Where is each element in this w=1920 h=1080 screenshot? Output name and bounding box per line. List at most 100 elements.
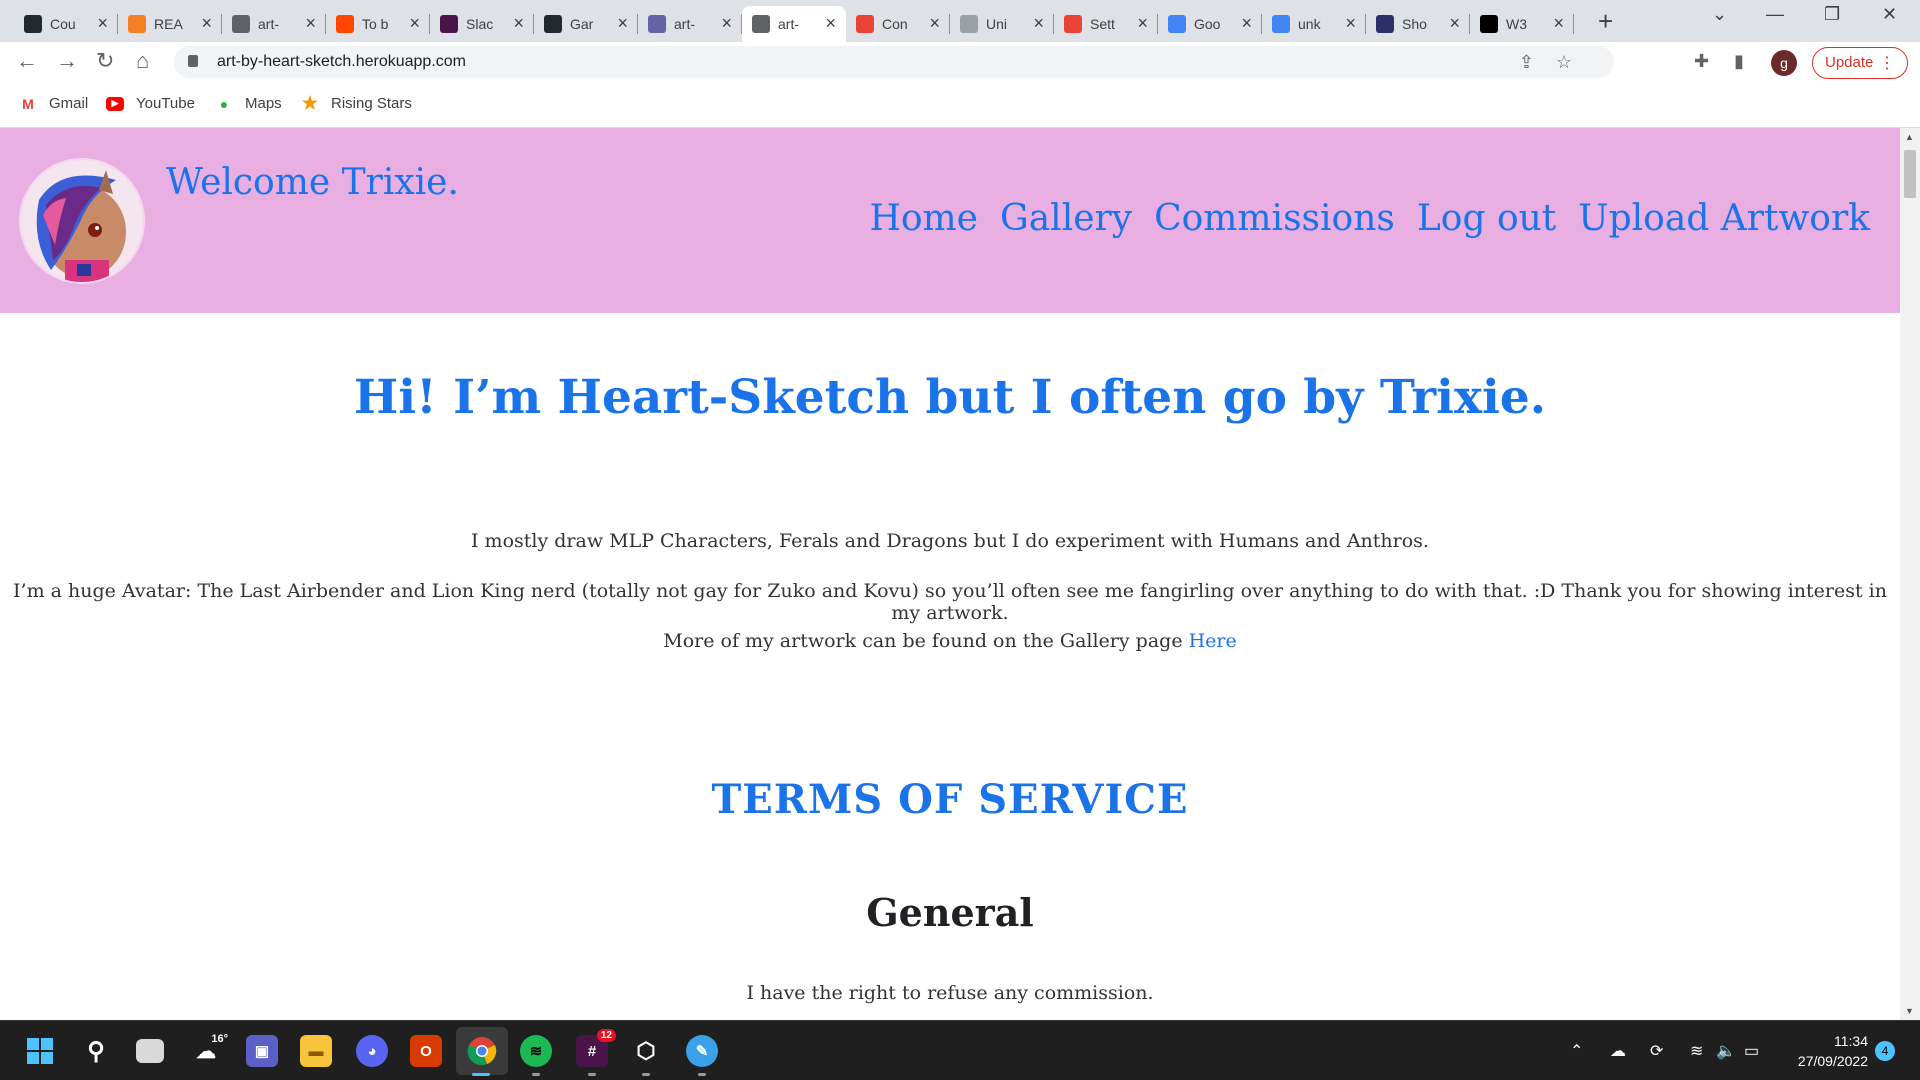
tab-title: Sho bbox=[1402, 16, 1427, 32]
browser-tab[interactable]: unk × bbox=[1262, 6, 1366, 42]
close-tab-icon[interactable]: × bbox=[1033, 14, 1044, 32]
browser-tab[interactable]: Goo × bbox=[1158, 6, 1262, 42]
browser-tab[interactable]: art- × bbox=[638, 6, 742, 42]
browser-tab[interactable]: To b × bbox=[326, 6, 430, 42]
profile-avatar[interactable]: g bbox=[1771, 50, 1797, 76]
shortcut-icon bbox=[1376, 15, 1394, 33]
search-icon[interactable]: ⚲ bbox=[80, 1035, 112, 1067]
browser-tab[interactable]: Con × bbox=[846, 6, 950, 42]
teams-chat-icon[interactable]: ▣ bbox=[246, 1035, 278, 1067]
unity-running-indicator bbox=[642, 1073, 650, 1076]
bookmark-youtube[interactable]: ▶ YouTube bbox=[106, 95, 195, 112]
file-explorer-icon[interactable]: ▬ bbox=[300, 1035, 332, 1067]
scroll-up-icon[interactable]: ▲ bbox=[1905, 132, 1914, 142]
back-icon[interactable]: ← bbox=[16, 48, 38, 74]
weather-icon[interactable]: ☁ 16° bbox=[190, 1033, 228, 1067]
nav-home[interactable]: Home bbox=[869, 198, 978, 239]
avatar bbox=[19, 158, 145, 284]
discord-icon[interactable]: ◕ bbox=[356, 1035, 388, 1067]
paint-icon[interactable]: ✎ bbox=[686, 1035, 718, 1067]
close-tab-icon[interactable]: × bbox=[305, 14, 316, 32]
gmail-icon bbox=[856, 15, 874, 33]
home-icon[interactable]: ⌂ bbox=[136, 48, 149, 74]
tray-overflow-icon[interactable]: ⌃ bbox=[1570, 1041, 1583, 1061]
bookmark-maps[interactable]: ● Maps bbox=[215, 95, 282, 112]
url-text[interactable]: art-by-heart-sketch.herokuapp.com bbox=[217, 53, 466, 71]
close-tab-icon[interactable]: × bbox=[929, 14, 940, 32]
gallery-here-link[interactable]: Here bbox=[1189, 630, 1237, 652]
browser-tab[interactable]: Sett × bbox=[1054, 6, 1158, 42]
browser-tab[interactable]: Gar × bbox=[534, 6, 638, 42]
battery-icon[interactable]: ▭ bbox=[1744, 1041, 1759, 1061]
scroll-thumb[interactable] bbox=[1904, 150, 1916, 198]
paint-running-indicator bbox=[698, 1073, 706, 1076]
lock-icon bbox=[188, 55, 198, 67]
close-tab-icon[interactable]: × bbox=[617, 14, 628, 32]
wifi-icon[interactable]: ≋ bbox=[1690, 1041, 1703, 1061]
slack-icon[interactable]: #12 bbox=[576, 1029, 616, 1067]
close-tab-icon[interactable]: × bbox=[1449, 14, 1460, 32]
close-tab-icon[interactable]: × bbox=[721, 14, 732, 32]
close-window-icon[interactable]: ✕ bbox=[1882, 4, 1897, 25]
close-tab-icon[interactable]: × bbox=[1345, 14, 1356, 32]
side-panel-icon[interactable]: ▮ bbox=[1734, 51, 1744, 72]
chrome-icon bbox=[467, 1037, 497, 1066]
bookmark-rising-stars[interactable]: ★ Rising Stars bbox=[301, 93, 412, 113]
bookmark-label: Rising Stars bbox=[331, 95, 412, 112]
spotify-icon[interactable]: ≋ bbox=[520, 1035, 552, 1067]
bookmark-gmail[interactable]: M Gmail bbox=[19, 95, 88, 112]
bookmark-label: Gmail bbox=[49, 95, 89, 112]
extensions-icon[interactable]: ✚ bbox=[1694, 51, 1709, 72]
onedrive-icon[interactable]: ☁ bbox=[1610, 1041, 1626, 1061]
nav-upload-artwork[interactable]: Upload Artwork bbox=[1578, 198, 1870, 239]
tab-title: art- bbox=[674, 16, 695, 32]
browser-tab[interactable]: Cou × bbox=[14, 6, 118, 42]
nav-gallery[interactable]: Gallery bbox=[1000, 198, 1132, 239]
start-button[interactable] bbox=[24, 1035, 56, 1067]
browser-tab[interactable]: art- × bbox=[742, 6, 846, 42]
maximize-icon[interactable]: ❐ bbox=[1824, 4, 1840, 25]
browser-tab[interactable]: Sho × bbox=[1366, 6, 1470, 42]
close-tab-icon[interactable]: × bbox=[1137, 14, 1148, 32]
share-icon[interactable]: ⇪ bbox=[1519, 52, 1534, 73]
close-tab-icon[interactable]: × bbox=[1553, 14, 1564, 32]
office-icon[interactable]: O bbox=[410, 1035, 442, 1067]
github-icon bbox=[24, 15, 42, 33]
close-tab-icon[interactable]: × bbox=[1241, 14, 1252, 32]
tab-title: Slac bbox=[466, 16, 494, 32]
close-tab-icon[interactable]: × bbox=[201, 14, 212, 32]
unity-icon[interactable]: ⬡ bbox=[630, 1035, 662, 1067]
globe-icon bbox=[752, 15, 770, 33]
gallery-text: More of my artwork can be found on the G… bbox=[663, 630, 1183, 652]
browser-tab[interactable]: Uni × bbox=[950, 6, 1054, 42]
close-tab-icon[interactable]: × bbox=[513, 14, 524, 32]
scroll-down-icon[interactable]: ▼ bbox=[1905, 1006, 1914, 1016]
browser-tab[interactable]: art- × bbox=[222, 6, 326, 42]
bookmark-star-icon[interactable]: ☆ bbox=[1556, 52, 1572, 73]
task-view-icon[interactable] bbox=[136, 1039, 164, 1063]
sync-icon[interactable]: ⟳ bbox=[1650, 1041, 1663, 1061]
menu-dots-icon: ⋮ bbox=[1879, 55, 1895, 72]
notification-badge[interactable]: 4 bbox=[1875, 1041, 1895, 1061]
nav-log-out[interactable]: Log out bbox=[1417, 198, 1556, 239]
github-icon bbox=[544, 15, 562, 33]
browser-tab[interactable]: REA × bbox=[118, 6, 222, 42]
close-tab-icon[interactable]: × bbox=[409, 14, 420, 32]
update-button[interactable]: Update ⋮ bbox=[1812, 47, 1908, 79]
browser-tab[interactable]: W3 × bbox=[1470, 6, 1574, 42]
nav-commissions[interactable]: Commissions bbox=[1154, 198, 1395, 239]
page-scrollbar[interactable]: ▲ ▼ bbox=[1900, 128, 1920, 1020]
reload-icon[interactable]: ↻ bbox=[96, 48, 114, 74]
system-clock[interactable]: 11:34 27/09/2022 bbox=[1788, 1031, 1868, 1071]
close-tab-icon[interactable]: × bbox=[97, 14, 108, 32]
chrome-taskbar-button[interactable] bbox=[456, 1027, 508, 1075]
tab-search-icon[interactable]: ⌄ bbox=[1712, 4, 1727, 25]
browser-tab[interactable]: Slac × bbox=[430, 6, 534, 42]
address-bar[interactable]: art-by-heart-sketch.herokuapp.com ⇪ ☆ bbox=[174, 46, 1614, 78]
new-tab-icon[interactable]: + bbox=[1598, 8, 1613, 34]
minimize-icon[interactable]: — bbox=[1766, 4, 1784, 25]
volume-icon[interactable]: 🔈 bbox=[1716, 1041, 1736, 1061]
weather-temp: 16° bbox=[211, 1033, 228, 1045]
close-tab-icon[interactable]: × bbox=[825, 14, 836, 32]
forward-icon[interactable]: → bbox=[56, 48, 78, 74]
